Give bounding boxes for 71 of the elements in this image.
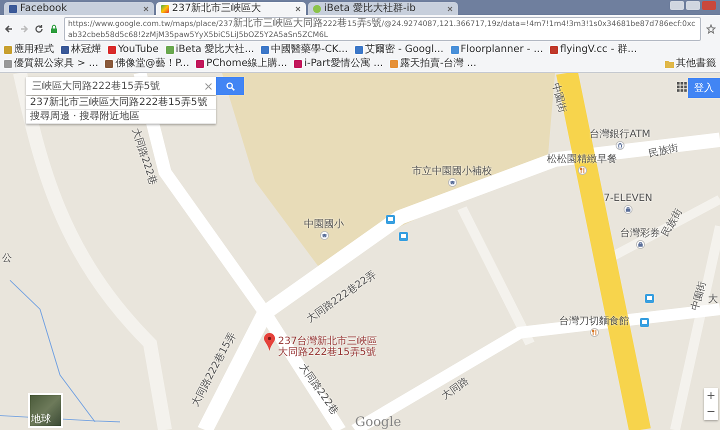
school-cap-icon: [320, 231, 328, 240]
street-label: 民族街: [648, 142, 680, 160]
street-label: 大同路222巷22弄: [305, 269, 378, 326]
bookmark-item[interactable]: 佛像堂@藝！P...: [105, 57, 190, 71]
street-label: 大同路: [440, 376, 471, 402]
favicon-icon: [9, 4, 17, 12]
zoom-button[interactable]: +: [704, 388, 718, 404]
suggestion-item[interactable]: 237新北市三峽區大同路222巷15弄5號: [26, 96, 216, 110]
place-label: 台灣彩券: [620, 228, 660, 240]
minimize-button[interactable]: [670, 1, 684, 10]
street-label: 大: [708, 294, 718, 305]
bus-stop-icon[interactable]: [640, 318, 649, 328]
street-label: 大同路222巷15弄: [190, 330, 238, 408]
street-label: 中園街: [549, 82, 568, 114]
search-icon: [226, 82, 234, 90]
bus-stop-icon[interactable]: [645, 294, 654, 303]
lock-icon: [49, 24, 59, 34]
bookmark-item[interactable]: 露天拍賣-台灣 ...: [390, 57, 476, 71]
bookmark-item[interactable]: flyingV.cc - 群...: [550, 43, 638, 57]
bookmark-item[interactable]: 優質親公家具 > ...: [4, 57, 98, 71]
shopping-bag-icon: [624, 204, 632, 214]
bookmark-item[interactable]: 應用程式: [4, 43, 54, 57]
tab-title: 237新北市三峽區大: [172, 2, 262, 15]
tab-title: Facebook: [20, 2, 67, 15]
bookmark-item[interactable]: 中國醫藥學-CK...: [261, 43, 348, 57]
street-label: 公: [2, 253, 12, 264]
folder-icon: [665, 60, 674, 68]
bookmark-item[interactable]: PChome線上購...: [196, 57, 288, 71]
maximize-button[interactable]: [686, 1, 700, 10]
search-button[interactable]: [216, 77, 244, 95]
bookmark-item[interactable]: 艾爾密 - Googl...: [354, 43, 444, 57]
zoom-button[interactable]: −: [704, 404, 718, 420]
bookmark-item[interactable]: iBeta 愛比大社...: [166, 43, 254, 57]
reload-icon[interactable]: [34, 24, 44, 34]
suggestion-item[interactable]: 搜尋周邊 · 搜尋附近地區: [26, 110, 216, 124]
place-label: 市立中園國小補校: [412, 166, 492, 177]
marker-label: 237台灣新北市三峽區大同路222巷15弄5號: [278, 336, 378, 358]
favicon-icon: [161, 4, 169, 12]
close-icon[interactable]: [205, 82, 212, 90]
bookmark-item[interactable]: Floorplanner - ...: [450, 43, 544, 57]
bookmark-item[interactable]: YouTube: [108, 43, 159, 57]
close-icon[interactable]: [295, 6, 301, 12]
place-label: 中園國小: [304, 219, 344, 230]
bookmark-item[interactable]: 林冠燁: [61, 43, 101, 57]
shopping-bag-icon: [636, 240, 644, 250]
search-field[interactable]: 三峽區大同路222巷15弄5號: [26, 77, 216, 95]
back-arrow-icon[interactable]: [4, 24, 14, 34]
close-icon[interactable]: [143, 6, 149, 12]
bank-icon: [616, 140, 624, 150]
bookmark-folder[interactable]: 其他書籤: [665, 57, 716, 71]
close-icon[interactable]: [447, 6, 453, 12]
bookmark-item[interactable]: i-Part愛情公寓 ...: [294, 57, 384, 71]
place-label: 台灣銀行ATM: [590, 128, 650, 140]
earth-label: 地球: [30, 413, 52, 426]
street-label: 中園街: [690, 280, 708, 312]
place-label: 7-ELEVEN: [604, 192, 652, 204]
forward-arrow-icon[interactable]: [19, 24, 29, 34]
sign-in-button[interactable]: 登入: [688, 78, 720, 98]
star-icon[interactable]: [706, 24, 716, 34]
browser-tab[interactable]: Facebook: [4, 2, 154, 15]
browser-tab[interactable]: 237新北市三峽區大: [156, 2, 306, 15]
browser-tab[interactable]: iBeta 愛比大社群-ib: [308, 2, 458, 15]
map-logo: Google: [355, 415, 402, 430]
fork-knife-icon: [590, 328, 598, 336]
street-label: 大同路222巷: [130, 127, 158, 187]
apps-grid-icon[interactable]: [677, 82, 687, 92]
favicon-icon: [313, 4, 321, 12]
tab-title: iBeta 愛比大社群-ib: [324, 2, 416, 15]
location-pin-icon[interactable]: [264, 333, 275, 351]
street-label: 民族街: [660, 208, 685, 239]
satellite-thumbnail[interactable]: 地球: [28, 393, 63, 428]
